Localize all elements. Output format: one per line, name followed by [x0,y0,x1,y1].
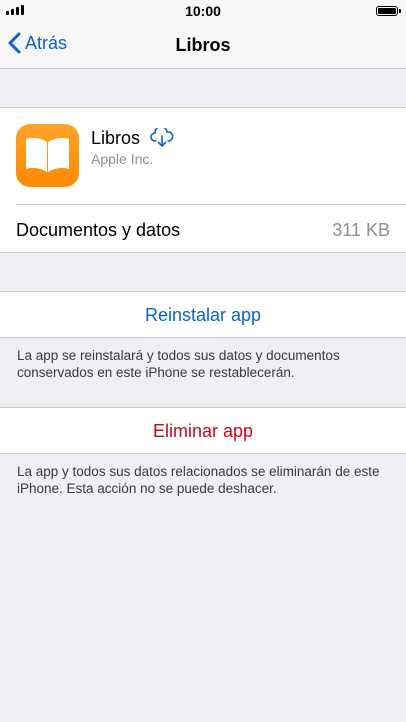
battery-icon [376,6,401,16]
status-bar: 10:00 [0,0,406,22]
reinstall-app-button[interactable]: Reinstalar app [0,305,406,326]
app-name: Libros [91,128,141,148]
book-icon [26,138,69,172]
storage-value: 311 KB [332,220,390,240]
status-time: 10:00 [185,3,221,19]
reinstall-app-cell[interactable]: Reinstalar app [0,291,406,338]
reinstall-footnote: La app se reinstalará y todos sus datos … [17,348,340,380]
page-title: Libros [175,35,231,55]
cloud-download-icon[interactable] [150,128,174,148]
app-info-group: Libros Apple Inc. Documentos y datos 311… [0,107,406,253]
app-developer: Apple Inc. [91,151,154,167]
delete-footnote: La app y todos sus datos relacionados se… [17,464,380,496]
delete-app-button[interactable]: Eliminar app [0,421,406,442]
delete-app-cell[interactable]: Eliminar app [0,407,406,454]
app-icon [16,124,79,187]
navigation-bar: Atrás Libros [0,22,406,69]
divider [16,204,406,205]
storage-label: Documentos y datos [16,220,181,240]
